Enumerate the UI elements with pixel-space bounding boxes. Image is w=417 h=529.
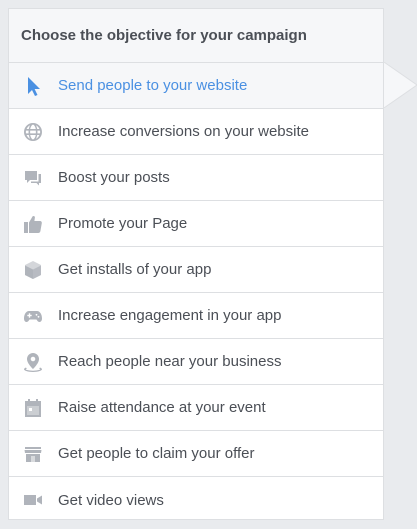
thumbs-up-icon [22,213,44,235]
objective-item-app-engagement[interactable]: Increase engagement in your app [9,293,383,339]
objective-label: Promote your Page [58,215,188,232]
map-pin-icon [22,351,44,373]
objective-list: Send people to your website Increase con… [9,63,383,523]
objective-label: Raise attendance at your event [58,399,266,416]
video-camera-icon [22,489,44,511]
objective-item-offer-claims[interactable]: Get people to claim your offer [9,431,383,477]
globe-icon [22,121,44,143]
objective-item-traffic[interactable]: Send people to your website [9,63,383,109]
gamepad-icon [22,305,44,327]
objective-item-event-responses[interactable]: Raise attendance at your event [9,385,383,431]
calendar-icon [22,397,44,419]
objective-label: Get installs of your app [58,261,212,278]
objective-label: Increase conversions on your website [58,123,309,140]
chat-bubbles-icon [22,167,44,189]
panel-title: Choose the objective for your campaign [9,9,383,63]
objective-label: Get video views [58,491,164,509]
objective-item-promote-page[interactable]: Promote your Page [9,201,383,247]
selected-item-pointer [384,62,417,108]
objective-item-conversions[interactable]: Increase conversions on your website [9,109,383,155]
objective-label: Increase engagement in your app [58,307,282,324]
objective-item-local-awareness[interactable]: Reach people near your business [9,339,383,385]
storefront-icon [22,443,44,465]
cursor-icon [22,75,44,97]
objective-item-video-views[interactable]: Get video views [9,477,383,523]
objective-panel: Choose the objective for your campaign S… [8,8,384,520]
objective-label: Get people to claim your offer [58,445,255,462]
objective-label: Boost your posts [58,169,170,186]
objective-label: Send people to your website [58,77,248,94]
box-icon [22,259,44,281]
objective-item-boost-posts[interactable]: Boost your posts [9,155,383,201]
objective-item-app-installs[interactable]: Get installs of your app [9,247,383,293]
objective-label: Reach people near your business [58,353,282,370]
